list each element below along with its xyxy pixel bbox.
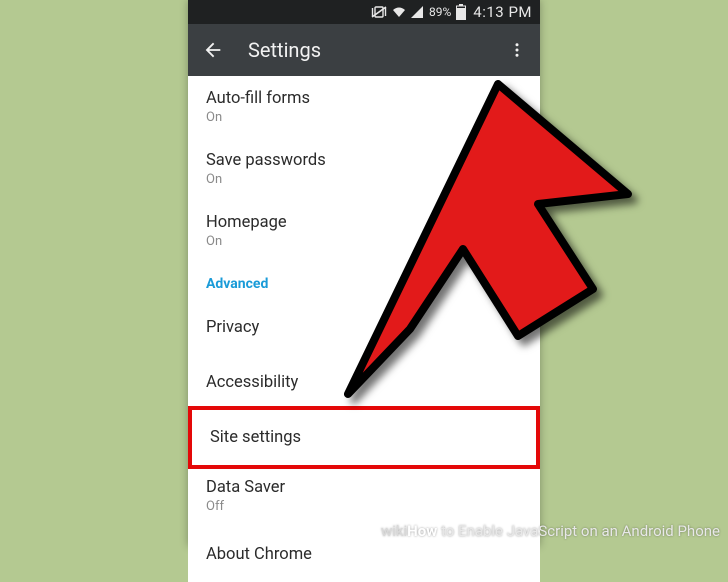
- battery-icon: [456, 4, 466, 20]
- setting-state: On: [206, 234, 522, 249]
- watermark-brand-2: How: [407, 522, 437, 540]
- setting-title: Save passwords: [206, 151, 522, 170]
- vibrate-icon: [370, 5, 388, 19]
- battery-percent: 89%: [429, 5, 451, 19]
- setting-title: About Chrome: [206, 545, 522, 564]
- phone-frame: 89% 4:13 PM Settings Auto-fill forms On …: [188, 0, 540, 546]
- watermark-brand-1: wiki: [381, 522, 407, 540]
- setting-site-settings[interactable]: Site settings: [188, 406, 540, 469]
- setting-title: Privacy: [206, 318, 522, 337]
- setting-title: Accessibility: [206, 373, 522, 392]
- setting-title: Data Saver: [206, 478, 522, 497]
- wifi-icon: [391, 5, 407, 19]
- watermark: wikiHow to Enable JavaScript on an Andro…: [381, 522, 720, 540]
- setting-state: Off: [206, 499, 522, 514]
- setting-accessibility[interactable]: Accessibility: [188, 355, 540, 410]
- page-title: Settings: [248, 38, 321, 62]
- section-advanced: Advanced: [188, 262, 540, 300]
- setting-title: Homepage: [206, 213, 522, 232]
- signal-icon: [410, 5, 424, 19]
- back-arrow-icon[interactable]: [202, 39, 224, 61]
- setting-homepage[interactable]: Homepage On: [188, 200, 540, 262]
- status-time: 4:13 PM: [473, 3, 532, 21]
- setting-title: Auto-fill forms: [206, 89, 522, 108]
- status-bar: 89% 4:13 PM: [188, 0, 540, 24]
- watermark-text: to Enable JavaScript on an Android Phone: [437, 522, 720, 540]
- setting-title: Site settings: [210, 428, 518, 447]
- app-bar: Settings: [188, 24, 540, 76]
- overflow-menu-icon[interactable]: [508, 41, 526, 59]
- setting-data-saver[interactable]: Data Saver Off: [188, 465, 540, 527]
- settings-list: Auto-fill forms On Save passwords On Hom…: [188, 76, 540, 582]
- setting-autofill-forms[interactable]: Auto-fill forms On: [188, 76, 540, 138]
- setting-privacy[interactable]: Privacy: [188, 300, 540, 355]
- setting-state: On: [206, 110, 522, 125]
- setting-state: On: [206, 172, 522, 187]
- setting-save-passwords[interactable]: Save passwords On: [188, 138, 540, 200]
